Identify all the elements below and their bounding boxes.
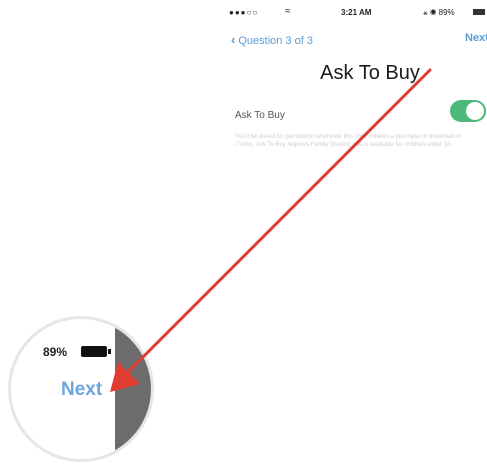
- magnified-battery-percentage: 89%: [43, 345, 68, 359]
- wifi-icon: ≈: [285, 6, 291, 17]
- status-bar: ●●●○○ ≈ 3:21 AM ⚹ ◉ 89%: [215, 6, 487, 20]
- next-button[interactable]: Next: [465, 32, 487, 44]
- back-button[interactable]: ‹ Question 3 of 3: [231, 32, 313, 47]
- ask-to-buy-toggle[interactable]: [450, 100, 486, 122]
- back-label: Question 3 of 3: [238, 35, 313, 47]
- magnified-battery-tip: [108, 349, 111, 354]
- signal-strength: ●●●○○: [229, 8, 259, 17]
- battery-icon: [473, 9, 485, 15]
- status-time: 3:21 AM: [341, 8, 372, 17]
- magnifier-callout: 89% Next: [8, 316, 154, 462]
- magnifier-edge: [115, 319, 151, 459]
- magnified-battery-icon: [81, 346, 107, 357]
- status-right: ⚹ ◉ 89%: [423, 8, 455, 17]
- ask-to-buy-label: Ask To Buy: [235, 110, 285, 121]
- ask-to-buy-description: You'll be asked for permission whenever …: [235, 134, 462, 148]
- magnified-next-button[interactable]: Next: [61, 379, 102, 401]
- toggle-knob: [466, 102, 484, 120]
- page-title: Ask To Buy: [320, 62, 420, 84]
- navigation-bar: ‹ Question 3 of 3 Next: [215, 26, 487, 50]
- phone-screen: ●●●○○ ≈ 3:21 AM ⚹ ◉ 89% ‹ Question 3 of 3…: [215, 0, 487, 200]
- chevron-left-icon: ‹: [231, 32, 236, 47]
